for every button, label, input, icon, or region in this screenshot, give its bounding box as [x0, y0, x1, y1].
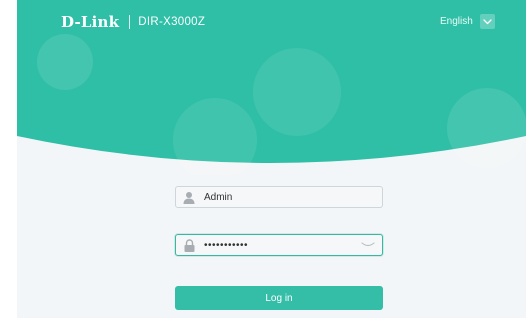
- language-selector[interactable]: English: [440, 13, 495, 30]
- lock-icon: [182, 238, 196, 252]
- brand-divider: [129, 15, 131, 29]
- eye-closed-icon[interactable]: [360, 240, 376, 250]
- password-field[interactable]: [175, 234, 383, 256]
- username-input[interactable]: [204, 188, 382, 206]
- language-label: English: [440, 16, 473, 27]
- dlink-logo: D-Link: [61, 13, 120, 31]
- router-login-page: D-Link DIR-X3000Z English Admin ••••••••…: [17, 0, 526, 318]
- username-field[interactable]: [175, 186, 383, 208]
- password-input[interactable]: [204, 236, 360, 254]
- login-button[interactable]: Log in: [175, 286, 383, 310]
- brand-header: D-Link DIR-X3000Z: [61, 12, 205, 32]
- user-icon: [182, 190, 196, 204]
- chevron-down-icon[interactable]: [479, 14, 495, 29]
- model-name: DIR-X3000Z: [138, 16, 206, 28]
